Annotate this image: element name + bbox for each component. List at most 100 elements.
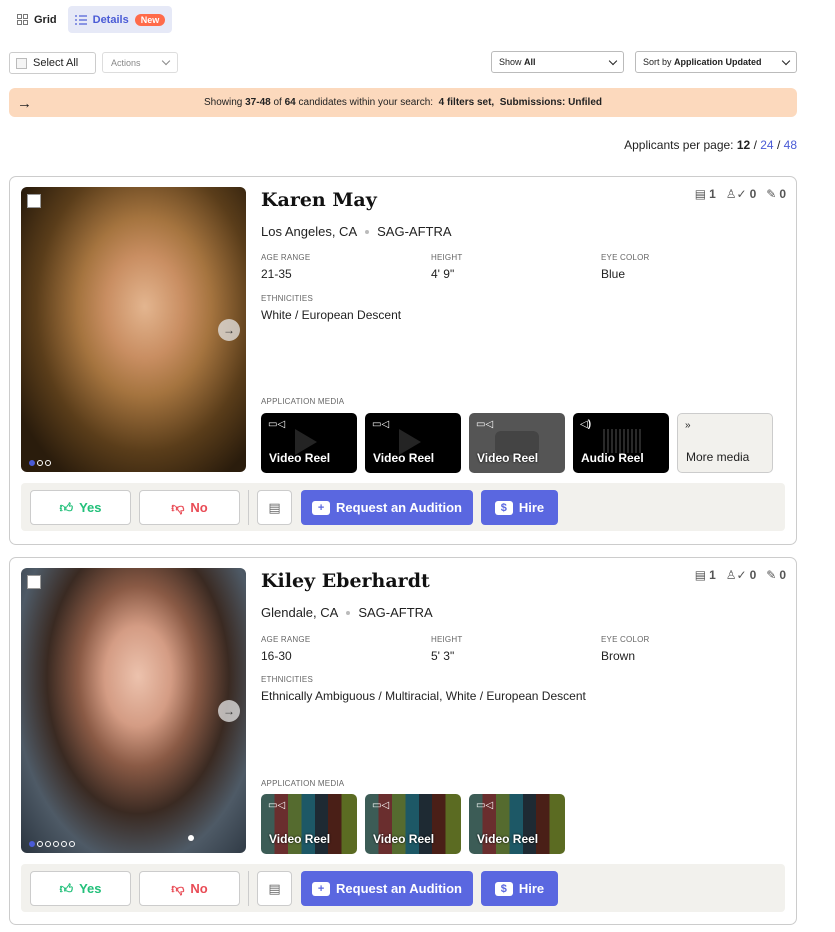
media-video-reel[interactable]: ▭◁ Video Reel xyxy=(365,413,461,473)
next-photo-icon[interactable]: → xyxy=(218,319,240,341)
hire-button[interactable]: $ Hire xyxy=(481,871,558,906)
photo-dot[interactable] xyxy=(45,460,51,466)
show-filter-dropdown[interactable]: Show All xyxy=(491,51,624,73)
per-page-selector: Applicants per page: 12 / 24 / 48 xyxy=(624,138,797,152)
note-count[interactable]: ✎ 0 xyxy=(766,568,786,582)
video-icon: ▭◁ xyxy=(268,800,286,811)
candidate-name[interactable]: Kiley Eberhardt xyxy=(261,570,430,592)
message-button[interactable]: ▤ xyxy=(257,871,292,906)
tab-grid-label: Grid xyxy=(34,13,57,26)
eye-color: EYE COLOR Brown xyxy=(601,635,650,663)
thumbs-down-icon: 👎︎ xyxy=(171,499,185,515)
media-video-reel[interactable]: ▭◁ Video Reel xyxy=(469,413,565,473)
speaker-icon: ◁) xyxy=(580,419,592,430)
arrow-right-icon[interactable]: → xyxy=(17,95,32,112)
request-audition-button[interactable]: + Request an Audition xyxy=(301,871,473,906)
resume-count[interactable]: ▤ 1 xyxy=(695,568,716,582)
user-check-icon: ♙✓ xyxy=(725,568,747,582)
video-icon: ▭◁ xyxy=(476,800,494,811)
edit-icon: ✎ xyxy=(766,187,777,201)
media-audio-reel[interactable]: ◁) Audio Reel xyxy=(573,413,669,473)
next-photo-icon[interactable]: → xyxy=(218,700,240,722)
photo-marker xyxy=(188,835,194,841)
candidate-select-checkbox[interactable] xyxy=(27,575,41,589)
ethnicities: ETHNICITIES White / European Descent xyxy=(261,294,402,322)
no-button[interactable]: 👎︎ No xyxy=(139,871,240,906)
per-page-option-24[interactable]: 24 xyxy=(760,138,773,152)
photo-dot[interactable] xyxy=(29,460,35,466)
divider xyxy=(248,490,249,525)
candidate-card: → Karen May Los Angeles, CA SAG-AFTRA ▤ 1… xyxy=(9,176,797,545)
candidate-photo[interactable]: → xyxy=(21,187,246,472)
photo-dot[interactable] xyxy=(45,841,51,847)
candidate-photo[interactable]: → xyxy=(21,568,246,853)
ethnicities: ETHNICITIES Ethnically Ambiguous / Multir… xyxy=(261,675,586,703)
candidate-stats: ▤ 1 ♙✓ 0 ✎ 0 xyxy=(695,568,786,582)
height: HEIGHT 5' 3" xyxy=(431,635,463,663)
candidate-union: SAG-AFTRA xyxy=(377,224,452,239)
candidate-stats: ▤ 1 ♙✓ 0 ✎ 0 xyxy=(695,187,786,201)
show-filter-label: Show All xyxy=(499,57,536,67)
candidate-location: Glendale, CA xyxy=(261,605,339,620)
double-chevron-right-icon: » xyxy=(685,420,691,431)
sort-dropdown[interactable]: Sort by Application Updated xyxy=(635,51,797,73)
request-audition-button[interactable]: + Request an Audition xyxy=(301,490,473,525)
candidate-name[interactable]: Karen May xyxy=(261,189,377,211)
tab-details[interactable]: Details New xyxy=(67,6,173,33)
video-icon: ▭◁ xyxy=(372,800,390,811)
select-all-label: Select All xyxy=(33,57,79,69)
age-range: AGE RANGE 16-30 xyxy=(261,635,311,663)
tab-grid[interactable]: Grid xyxy=(10,6,64,33)
dot-separator xyxy=(346,610,351,615)
media-video-reel[interactable]: ▭◁ Video Reel xyxy=(469,794,565,854)
candidate-subtitle: Glendale, CA SAG-AFTRA xyxy=(261,605,433,620)
video-icon: ▭◁ xyxy=(268,419,286,430)
video-plus-icon: + xyxy=(312,500,331,515)
chevron-down-icon xyxy=(161,56,171,66)
no-button[interactable]: 👎︎ No xyxy=(139,490,240,525)
height: HEIGHT 4' 9" xyxy=(431,253,463,281)
resume-icon: ▤ xyxy=(694,187,707,201)
dot-separator xyxy=(365,229,370,234)
note-count[interactable]: ✎ 0 xyxy=(766,187,786,201)
resume-count[interactable]: ▤ 1 xyxy=(695,187,716,201)
media-row: ▭◁ Video Reel ▭◁ Video Reel ▭◁ Video Reel ◁… xyxy=(261,413,773,473)
photo-dot[interactable] xyxy=(29,841,35,847)
actions-dropdown[interactable]: Actions xyxy=(102,52,178,73)
message-icon: ▤ xyxy=(268,880,281,896)
money-icon: $ xyxy=(494,500,513,515)
photo-dot[interactable] xyxy=(61,841,67,847)
edit-icon: ✎ xyxy=(766,568,777,582)
review-count[interactable]: ♙✓ 0 xyxy=(726,568,757,582)
chevron-down-icon xyxy=(781,56,791,65)
per-page-current[interactable]: 12 xyxy=(737,138,750,152)
review-count[interactable]: ♙✓ 0 xyxy=(726,187,757,201)
media-video-reel[interactable]: ▭◁ Video Reel xyxy=(261,794,357,854)
select-all-checkbox[interactable]: Select All xyxy=(9,52,96,74)
thumbs-down-icon: 👎︎ xyxy=(171,880,185,896)
yes-button[interactable]: 👍︎ Yes xyxy=(30,871,131,906)
application-media-label: APPLICATION MEDIA xyxy=(261,397,345,406)
message-button[interactable]: ▤ xyxy=(257,490,292,525)
more-media-button[interactable]: » More media xyxy=(677,413,773,473)
candidate-subtitle: Los Angeles, CA SAG-AFTRA xyxy=(261,224,452,239)
photo-dot[interactable] xyxy=(53,841,59,847)
thumbs-up-icon: 👍︎ xyxy=(59,499,74,515)
actions-label: Actions xyxy=(111,57,141,68)
candidate-select-checkbox[interactable] xyxy=(27,194,41,208)
media-row: ▭◁ Video Reel ▭◁ Video Reel ▭◁ Video Reel xyxy=(261,794,565,854)
hire-button[interactable]: $ Hire xyxy=(481,490,558,525)
photo-dot[interactable] xyxy=(69,841,75,847)
photo-dot[interactable] xyxy=(37,841,43,847)
yes-button[interactable]: 👍︎ Yes xyxy=(30,490,131,525)
toolbar: Select All Actions Show All Sort by Appl… xyxy=(9,51,797,74)
resume-icon: ▤ xyxy=(694,568,707,582)
view-toggle: Grid Details New xyxy=(10,6,173,33)
photo-dot[interactable] xyxy=(37,460,43,466)
video-icon: ▭◁ xyxy=(372,419,390,430)
money-icon: $ xyxy=(494,881,513,896)
per-page-option-48[interactable]: 48 xyxy=(784,138,797,152)
media-video-reel[interactable]: ▭◁ Video Reel xyxy=(365,794,461,854)
media-video-reel[interactable]: ▭◁ Video Reel xyxy=(261,413,357,473)
eye-color: EYE COLOR Blue xyxy=(601,253,650,281)
